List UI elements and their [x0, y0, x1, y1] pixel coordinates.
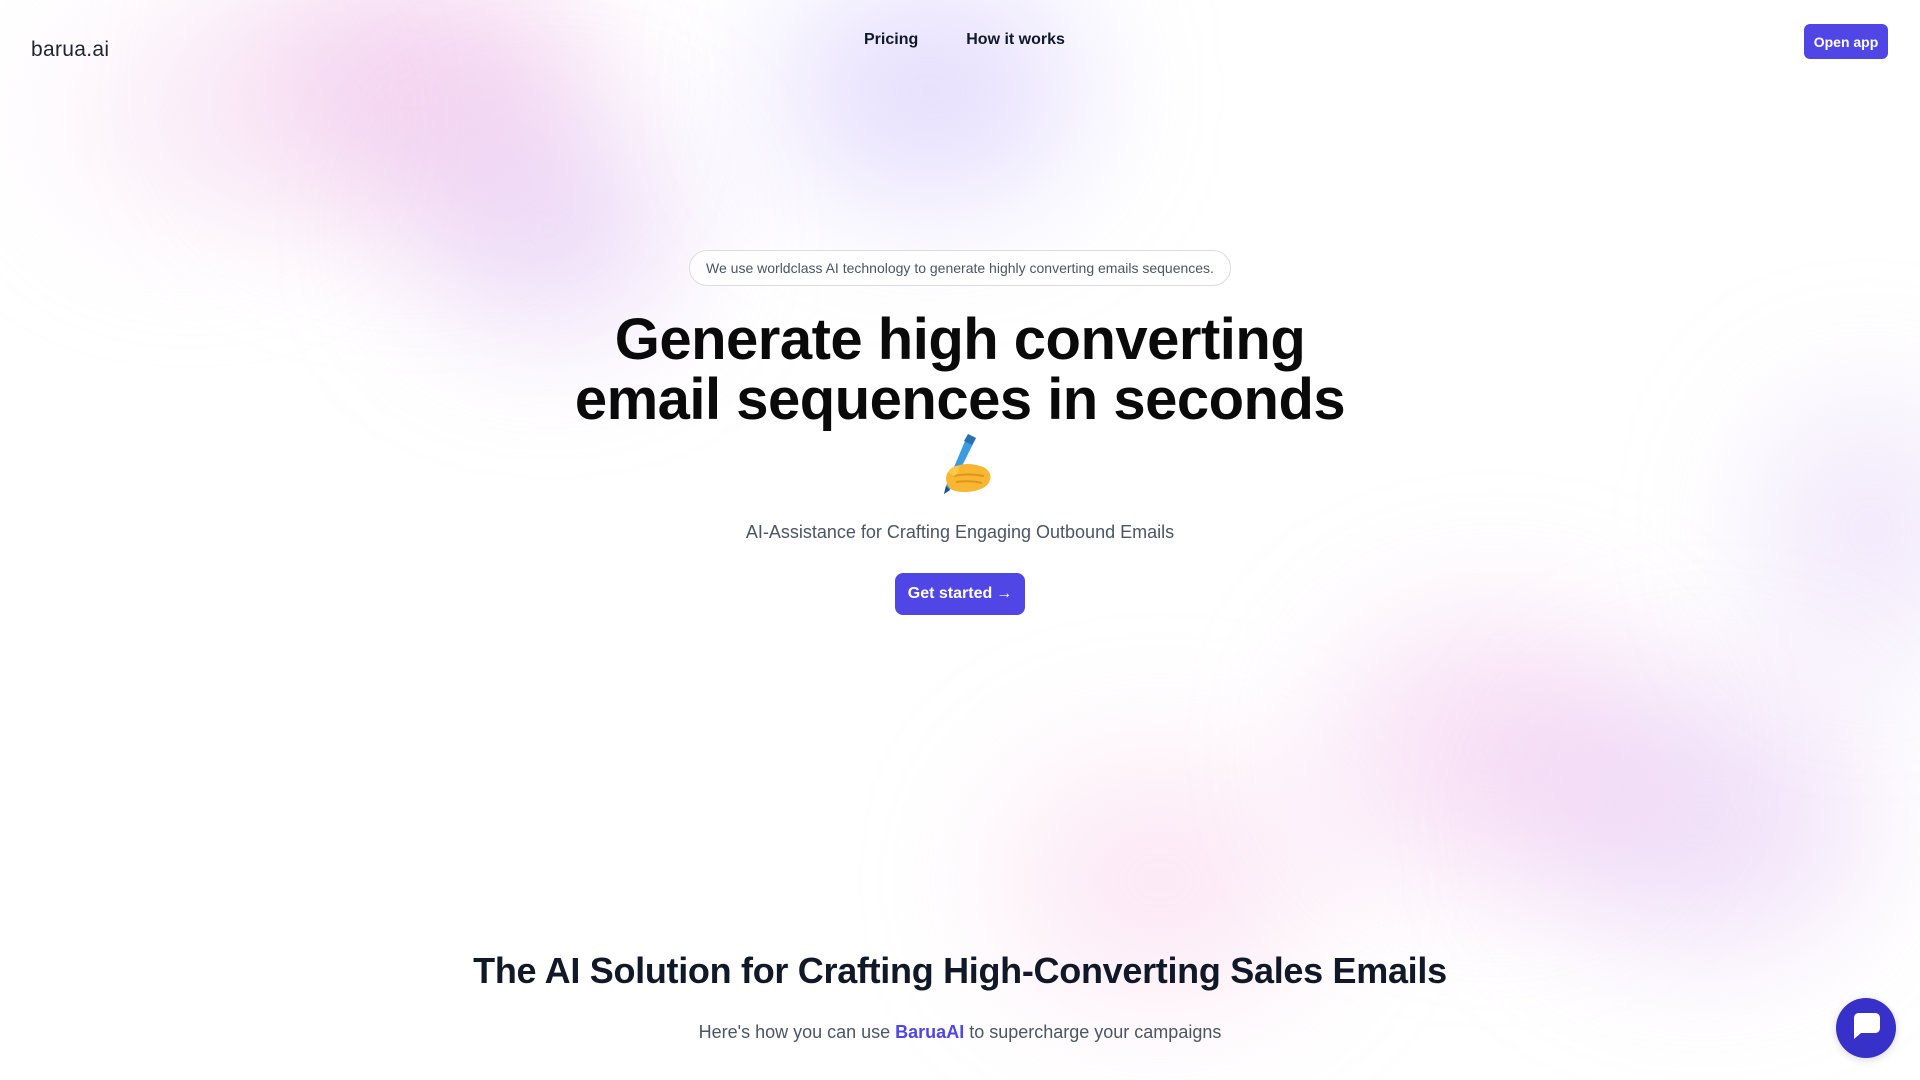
hero-headline-line1: Generate high converting — [614, 307, 1306, 372]
logo[interactable]: barua.ai — [31, 38, 109, 62]
brand-link[interactable]: BaruaAI — [895, 1022, 964, 1042]
get-started-label: Get started — [907, 585, 993, 602]
chat-bubble-icon — [1851, 1012, 1881, 1045]
main-nav: Pricing How it works — [864, 31, 1065, 49]
site-header: barua.ai Pricing How it works Open app — [0, 0, 1920, 84]
background-blob — [1540, 690, 1870, 950]
section-subtitle-after: to supercharge your campaigns — [964, 1022, 1222, 1042]
section-subtitle-before: Here's how you can use — [698, 1022, 896, 1042]
section-title: The AI Solution for Crafting High-Conver… — [473, 950, 1447, 991]
nav-link-how-it-works[interactable]: How it works — [966, 31, 1065, 49]
solution-section: The AI Solution for Crafting High-Conver… — [0, 950, 1920, 1043]
nav-link-pricing[interactable]: Pricing — [864, 31, 918, 49]
open-app-button[interactable]: Open app — [1804, 24, 1888, 59]
section-subtitle: Here's how you can use BaruaAI to superc… — [0, 1022, 1920, 1043]
hero-headline-line2: email sequences in seconds — [574, 367, 1346, 432]
writing-hand-icon — [510, 432, 1410, 496]
landing-page: barua.ai Pricing How it works Open app W… — [0, 0, 1920, 1080]
hero-section: We use worldclass AI technology to gener… — [0, 250, 1920, 615]
arrow-right-icon: → — [996, 585, 1013, 602]
hero-subtitle: AI-Assistance for Crafting Engaging Outb… — [745, 522, 1175, 542]
announcement-pill: We use worldclass AI technology to gener… — [689, 250, 1231, 286]
hero-headline: Generate high converting email sequences… — [510, 310, 1410, 496]
get-started-button[interactable]: Get started → — [895, 573, 1025, 615]
chat-launcher-button[interactable] — [1836, 998, 1896, 1058]
background-blob — [1330, 620, 1660, 880]
